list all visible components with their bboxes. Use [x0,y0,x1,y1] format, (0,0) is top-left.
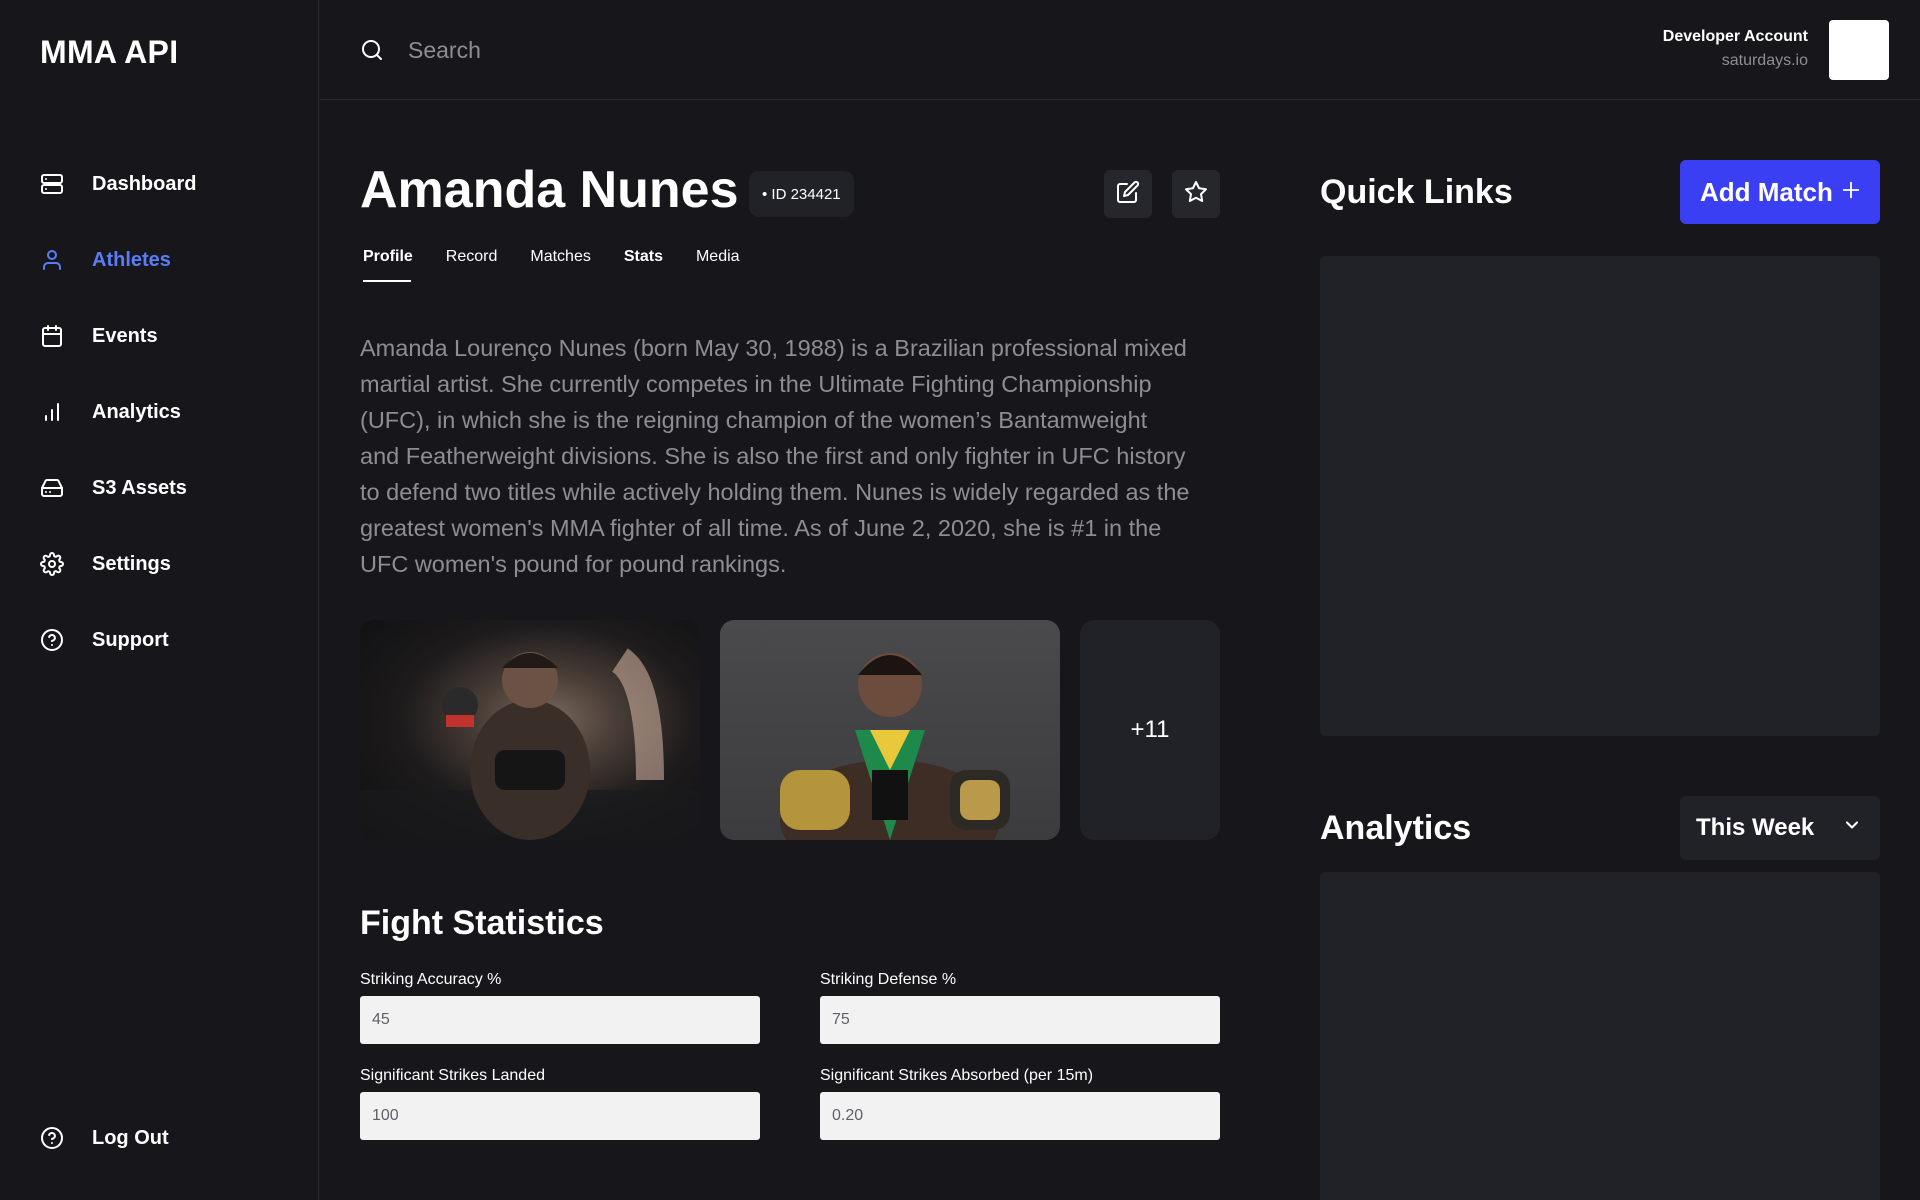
add-match-label: Add Match [1700,176,1833,207]
sidebar-item-dashboard[interactable]: Dashboard [40,164,300,204]
help-circle-icon [40,1122,72,1154]
more-media-button[interactable]: +11 [1080,620,1220,840]
striking-accuracy-field[interactable] [360,996,760,1044]
sidebar: MMA API Dashboard Athletes Events Analyt… [0,0,319,1200]
sidebar-item-athletes[interactable]: Athletes [40,240,300,280]
strikes-absorbed-field[interactable] [820,1092,1220,1140]
sidebar-item-label: S3 Assets [92,476,187,499]
profile-tabs: Profile Record Matches Stats Media [363,248,773,282]
server-icon [40,168,72,200]
help-circle-icon [40,624,72,656]
sidebar-item-label: Events [92,324,158,347]
account-name: Developer Account [1662,28,1808,45]
sidebar-item-label: Settings [92,552,171,575]
id-badge: • ID 234421 [749,171,854,217]
hard-drive-icon [40,472,72,504]
edit-button[interactable] [1104,170,1152,218]
striking-accuracy-label: Striking Accuracy % [360,971,502,988]
chevron-down-icon [1842,814,1862,842]
tab-profile[interactable]: Profile [363,248,413,282]
search-input[interactable] [408,30,1008,70]
sidebar-item-settings[interactable]: Settings [40,544,300,584]
athlete-photo[interactable] [360,620,700,840]
sidebar-item-analytics[interactable]: Analytics [40,392,300,432]
analytics-panel [1320,872,1880,1200]
tab-stats[interactable]: Stats [624,248,663,280]
tab-record[interactable]: Record [446,248,498,280]
sidebar-item-s3-assets[interactable]: S3 Assets [40,468,300,508]
tab-matches[interactable]: Matches [530,248,590,280]
sidebar-item-label: Athletes [92,248,171,271]
quick-links-panel [1320,256,1880,736]
account-info[interactable]: Developer Account saturdays.io [1663,28,1808,70]
period-select[interactable]: This Week [1680,796,1880,860]
striking-defense-label: Striking Defense % [820,971,957,988]
star-icon [1184,180,1208,209]
athlete-photo[interactable] [720,620,1060,840]
gear-icon [40,548,72,580]
avatar[interactable] [1829,20,1889,80]
search-icon [360,38,384,67]
fight-statistics-title: Fight Statistics [360,904,604,942]
favorite-button[interactable] [1172,170,1220,218]
calendar-icon [40,320,72,352]
strikes-absorbed-label: Significant Strikes Absorbed (per 15m) [820,1067,1094,1084]
add-match-button[interactable]: Add Match [1680,160,1880,224]
top-bar: Developer Account saturdays.io [320,0,1920,100]
edit-icon [1116,180,1140,209]
logout-label: Log Out [92,1126,169,1149]
plus-icon [1840,177,1862,208]
page-title: Amanda Nunes [360,161,739,219]
sidebar-item-label: Dashboard [92,172,197,195]
athlete-bio: Amanda Lourenço Nunes (born May 30, 1988… [360,335,1190,577]
strikes-landed-field[interactable] [360,1092,760,1140]
user-icon [40,244,72,276]
sidebar-item-events[interactable]: Events [40,316,300,356]
strikes-landed-label: Significant Strikes Landed [360,1067,545,1084]
striking-defense-field[interactable] [820,996,1220,1044]
period-select-value: This Week [1696,814,1815,841]
tab-media[interactable]: Media [696,248,740,280]
sidebar-item-support[interactable]: Support [40,620,300,660]
account-domain: saturdays.io [1721,52,1808,69]
analytics-title: Analytics [1320,809,1472,847]
sidebar-item-label: Support [92,628,169,651]
sidebar-item-label: Analytics [92,400,181,423]
bar-chart-icon [40,396,72,428]
logout-button[interactable]: Log Out [40,1118,300,1158]
quick-links-title: Quick Links [1320,173,1513,211]
app-logo[interactable]: MMA API [40,34,178,71]
